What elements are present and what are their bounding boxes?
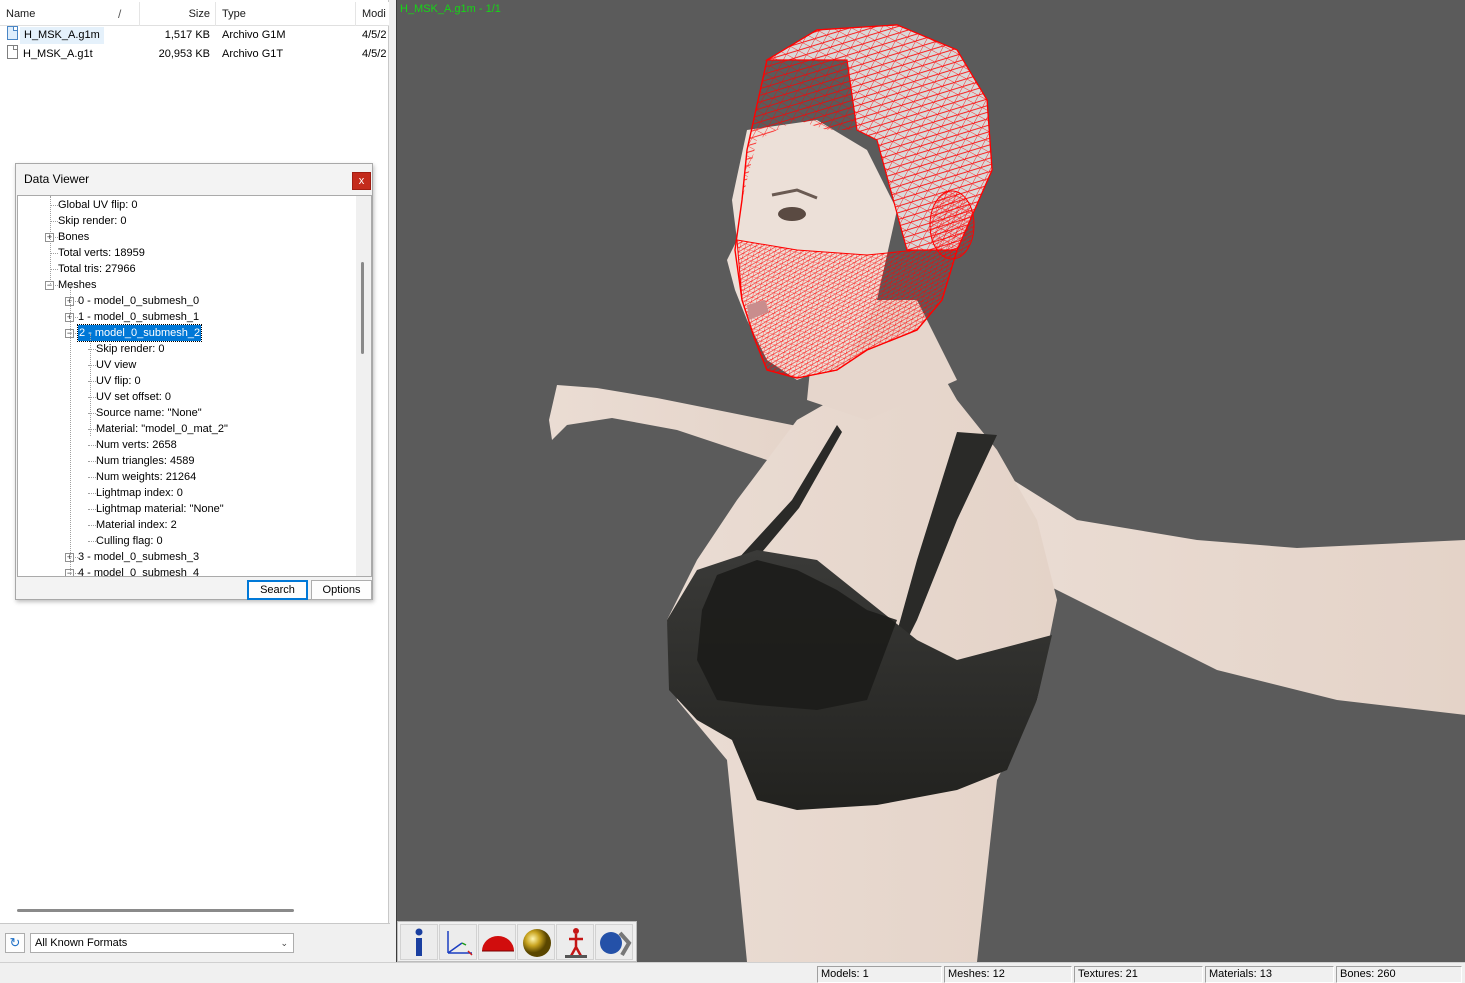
tree-item[interactable]: UV flip: 0: [96, 373, 141, 389]
tree-connector: [88, 509, 96, 510]
file-type: Archivo G1M: [222, 29, 286, 41]
file-size: 20,953 KB: [158, 48, 210, 60]
tree-item[interactable]: Num verts: 2658: [96, 437, 177, 453]
data-viewer-title: Data Viewer: [24, 172, 90, 186]
tree-connector: [88, 445, 96, 446]
tree-item[interactable]: 3 - model_0_submesh_3: [78, 549, 199, 565]
column-header-type-label: Type: [222, 8, 246, 20]
tree-guide: [70, 286, 71, 576]
tree-guide: [50, 196, 51, 286]
status-bar: Models: 1 Meshes: 12 Textures: 21 Materi…: [0, 962, 1465, 983]
close-button[interactable]: x: [352, 172, 371, 190]
status-models: Models: 1: [817, 966, 942, 983]
search-button[interactable]: Search: [247, 580, 308, 600]
format-dropdown-value: All Known Formats: [35, 937, 128, 949]
tree-item[interactable]: Lightmap material: "None": [96, 501, 224, 517]
column-header-modified[interactable]: Modi: [356, 2, 389, 26]
tree-item[interactable]: 2 - model_0_submesh_2: [76, 324, 203, 342]
axes-icon[interactable]: [439, 924, 477, 960]
file-type: Archivo G1T: [222, 48, 284, 60]
tree-item[interactable]: Global UV flip: 0: [58, 197, 137, 213]
format-dropdown[interactable]: All Known Formats ⌄: [30, 933, 294, 953]
tree-item[interactable]: Meshes: [58, 277, 97, 293]
status-textures: Textures: 21: [1074, 966, 1203, 983]
tree-item[interactable]: UV set offset: 0: [96, 389, 171, 405]
data-viewer-window: Data Viewer x Global UV flip: 0 Skip rend…: [15, 163, 373, 600]
tree-connector: [88, 461, 96, 462]
right-arm: [997, 470, 1465, 715]
data-tree[interactable]: Global UV flip: 0 Skip render: 0 + Bones Tot…: [17, 195, 372, 577]
tree-connector: [50, 253, 58, 254]
tree-item[interactable]: Skip render: 0: [96, 341, 164, 357]
tree-item[interactable]: Num triangles: 4589: [96, 453, 194, 469]
tree-item[interactable]: 0 - model_0_submesh_0: [78, 293, 199, 309]
ear-wireframe: [929, 190, 975, 260]
file-modified: 4/5/2: [362, 48, 387, 60]
status-materials: Materials: 13: [1205, 966, 1334, 983]
tree-item[interactable]: Total verts: 18959: [58, 245, 145, 261]
viewport-toolbar: [397, 921, 637, 962]
hemisphere-icon[interactable]: [478, 924, 516, 960]
file-modified: 4/5/2: [362, 29, 387, 41]
tree-connector: [88, 525, 96, 526]
options-button[interactable]: Options: [311, 580, 372, 600]
column-header-modified-label: Modi: [362, 8, 386, 20]
status-bones: Bones: 260: [1336, 966, 1462, 983]
column-header-size-label: Size: [188, 8, 210, 20]
tree-item[interactable]: Bones: [58, 229, 89, 245]
file-icon: [7, 45, 18, 59]
animation-icon[interactable]: [595, 924, 633, 960]
vertical-scrollbar[interactable]: [356, 196, 371, 576]
tree-item[interactable]: UV view: [96, 357, 136, 373]
tree-connector: [88, 493, 96, 494]
tree-connector: [88, 541, 96, 542]
chevron-down-icon: ⌄: [280, 938, 288, 948]
tree-connector: [88, 477, 96, 478]
file-size: 1,517 KB: [164, 29, 210, 41]
file-icon: [7, 26, 18, 40]
model-viewport[interactable]: H_MSK_A.g1m - 1/1: [396, 0, 1465, 962]
file-list-header: Name / Size Type Modi: [0, 2, 389, 26]
file-name[interactable]: H_MSK_A.g1t: [23, 45, 93, 64]
tree-item[interactable]: 1 - model_0_submesh_1: [78, 309, 199, 325]
sphere-icon[interactable]: [517, 924, 555, 960]
tree-item[interactable]: Source name: "None": [96, 405, 202, 421]
tree-connector: [50, 205, 58, 206]
skeleton-icon[interactable]: [556, 924, 594, 960]
tree-item[interactable]: Num weights: 21264: [96, 469, 196, 485]
tree-item[interactable]: Total tris: 27966: [58, 261, 136, 277]
tree-item[interactable]: 4 - model_0_submesh_4: [78, 565, 199, 576]
file-name[interactable]: H_MSK_A.g1m: [20, 27, 104, 44]
horizontal-scrollbar[interactable]: [17, 909, 294, 912]
tree-connector: [50, 221, 58, 222]
tree-connector: [50, 269, 58, 270]
tree-item[interactable]: Lightmap index: 0: [96, 485, 183, 501]
viewport-model-label: H_MSK_A.g1m - 1/1: [400, 3, 501, 15]
model-render: [549, 24, 1465, 962]
file-row[interactable]: H_MSK_A.g1m 1,517 KB Archivo G1M 4/5/2: [0, 26, 389, 45]
tree-item[interactable]: Culling flag: 0: [96, 533, 163, 549]
file-row[interactable]: H_MSK_A.g1t 20,953 KB Archivo G1T 4/5/2: [0, 45, 389, 64]
column-header-size[interactable]: Size: [140, 2, 216, 26]
info-icon[interactable]: [400, 924, 438, 960]
tree-item[interactable]: Material index: 2: [96, 517, 177, 533]
refresh-icon[interactable]: ↻: [5, 933, 25, 953]
tree-item[interactable]: Material: "model_0_mat_2": [96, 421, 228, 437]
scrollbar-thumb[interactable]: [361, 262, 364, 354]
column-header-type[interactable]: Type: [216, 2, 356, 26]
format-filter-bar: ↻ All Known Formats ⌄: [0, 923, 390, 963]
status-meshes: Meshes: 12: [944, 966, 1072, 983]
sort-indicator-icon: /: [118, 7, 122, 21]
tree-guide: [90, 334, 91, 436]
tree-item[interactable]: Skip render: 0: [58, 213, 126, 229]
eye: [778, 207, 806, 221]
column-header-name-label: Name: [6, 8, 36, 20]
